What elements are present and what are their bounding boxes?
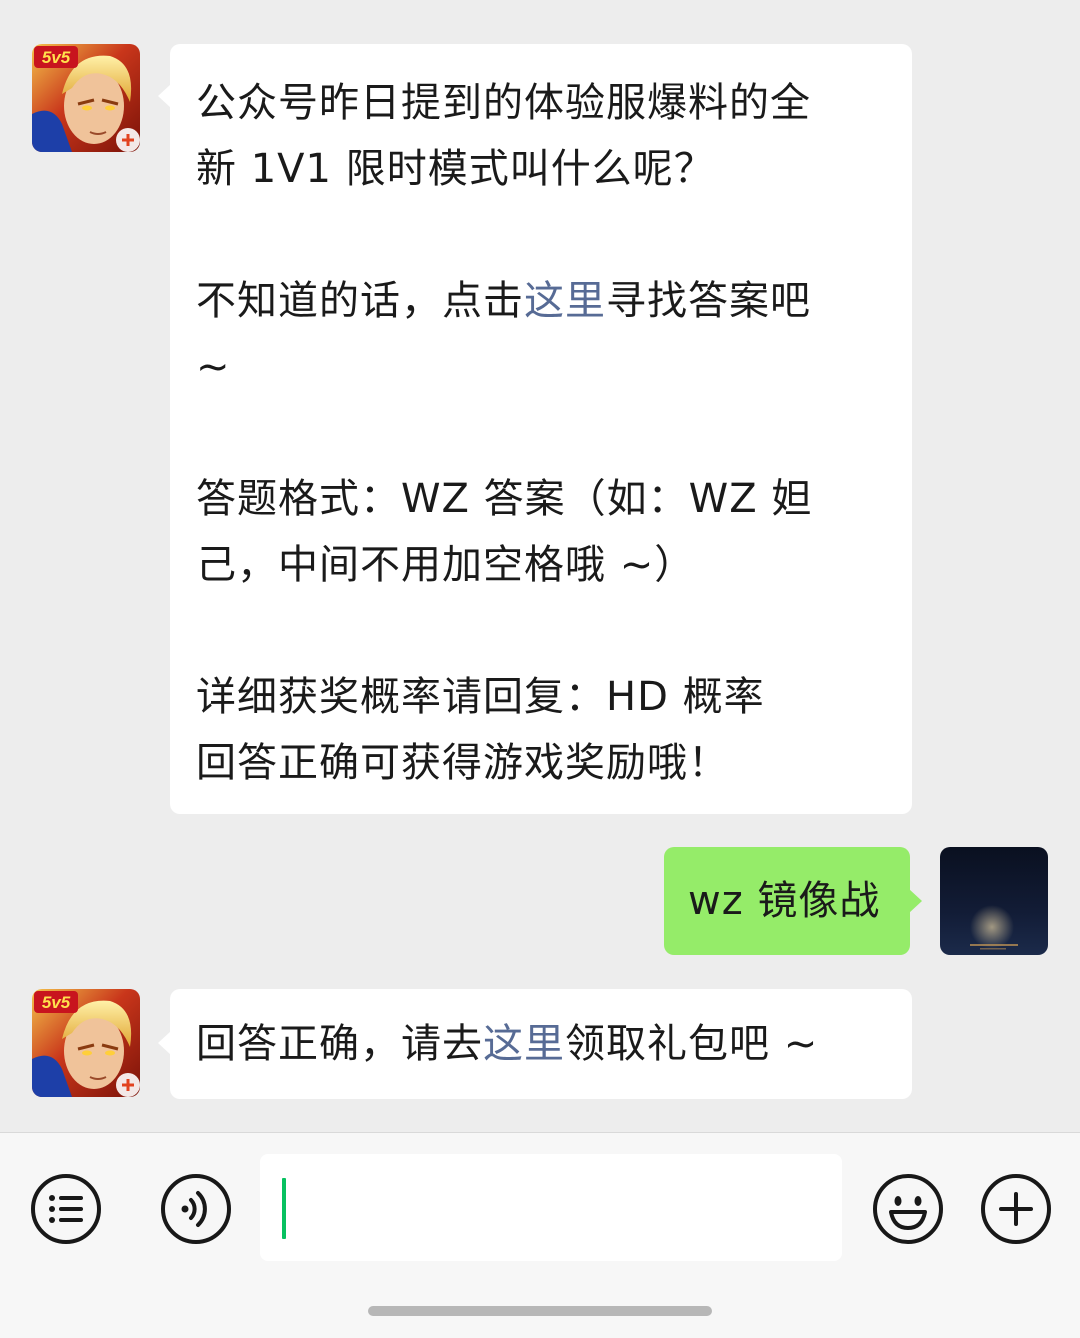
bubble-tail	[158, 1031, 171, 1055]
text-caret	[282, 1178, 286, 1239]
user-avatar[interactable]	[940, 847, 1048, 955]
message-line: 不知道的话，点击这里寻找答案吧	[196, 268, 912, 334]
bubble-tail	[158, 84, 171, 108]
svg-text:5v5: 5v5	[42, 48, 71, 67]
message-input[interactable]	[260, 1154, 842, 1261]
menu-list-icon	[31, 1174, 101, 1244]
emoji-button[interactable]	[872, 1173, 944, 1245]
menu-button[interactable]	[30, 1173, 102, 1245]
game-hero-avatar-icon: 5v5	[32, 44, 140, 152]
message-text: 回答正确，请去	[196, 1021, 483, 1067]
bubble-tail	[909, 889, 922, 913]
message-line: ~	[196, 344, 231, 390]
svg-text:5v5: 5v5	[42, 993, 71, 1012]
message-line: 详细获奖概率请回复：HD 概率	[196, 674, 765, 720]
chat-screen: 5v5 公众号昨日提到的体验服爆料的全 新 1V1 限时模式叫什么呢？ 不知道的…	[0, 0, 1080, 1338]
official-account-avatar[interactable]: 5v5	[32, 44, 140, 152]
message-line: 答题格式：WZ 答案（如：WZ 妲	[196, 476, 813, 522]
message-line: 回答正确，请去这里领取礼包吧 ~	[196, 1011, 912, 1077]
voice-button[interactable]	[160, 1173, 232, 1245]
message-line: 新 1V1 限时模式叫什么呢？	[196, 146, 715, 192]
message-text: 不知道的话，点击	[196, 278, 524, 324]
plus-icon	[981, 1174, 1051, 1244]
more-button[interactable]	[980, 1173, 1052, 1245]
message-line: 回答正确可获得游戏奖励哦！	[196, 740, 729, 786]
emoji-icon	[873, 1174, 943, 1244]
message-text: 寻找答案吧	[606, 278, 811, 324]
message-bubble-question: 公众号昨日提到的体验服爆料的全 新 1V1 限时模式叫什么呢？ 不知道的话，点击…	[158, 44, 912, 814]
moon-night-avatar-icon	[940, 847, 1048, 955]
chat-input-bar	[0, 1132, 1080, 1338]
message-bubble-answer: wz 镜像战	[664, 847, 922, 955]
here-link[interactable]: 这里	[483, 1021, 565, 1067]
home-indicator[interactable]	[368, 1306, 712, 1316]
official-account-avatar[interactable]: 5v5	[32, 989, 140, 1097]
game-hero-avatar-icon: 5v5	[32, 989, 140, 1097]
message-text: wz 镜像战	[688, 878, 881, 924]
voice-icon	[161, 1174, 231, 1244]
message-bubble-reward: 回答正确，请去这里领取礼包吧 ~	[158, 989, 912, 1099]
message-line: 公众号昨日提到的体验服爆料的全	[196, 80, 811, 126]
message-text: 领取礼包吧 ~	[565, 1021, 819, 1067]
message-line: 己，中间不用加空格哦 ~）	[196, 542, 696, 588]
here-link[interactable]: 这里	[524, 278, 606, 324]
